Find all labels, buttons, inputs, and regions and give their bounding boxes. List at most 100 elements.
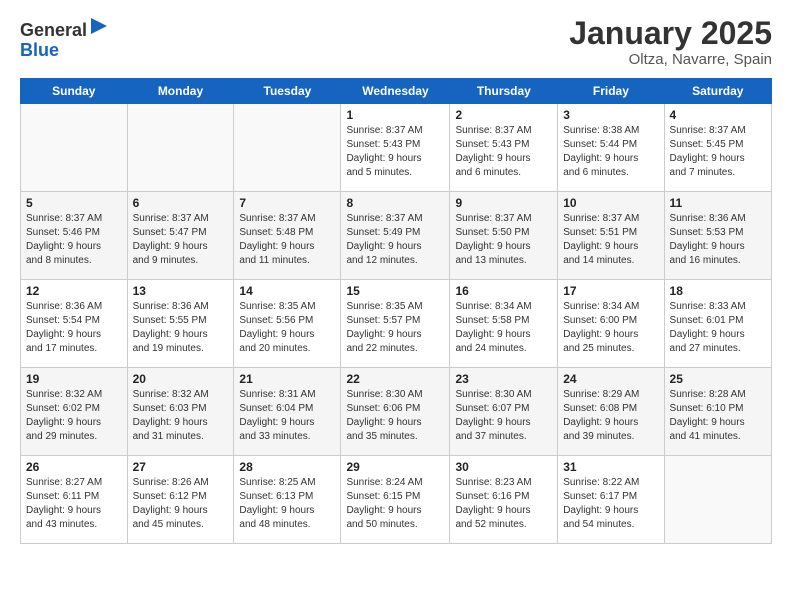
header: General Blue January 2025 Oltza, Navarre…: [20, 16, 772, 68]
day-number: 12: [26, 284, 122, 298]
calendar-cell: 10 Sunrise: 8:37 AM Sunset: 5:51 PM Dayli…: [558, 192, 664, 280]
logo-flag-icon: [89, 16, 109, 36]
day-number: 9: [455, 196, 552, 210]
day-info: Sunrise: 8:37 AM Sunset: 5:43 PM Dayligh…: [346, 124, 444, 180]
calendar-cell: 18Sunrise: 8:33 AM Sunset: 6:01 PM Dayli…: [664, 280, 771, 368]
weekday-saturday: Saturday: [664, 79, 771, 104]
day-number: 19: [26, 372, 122, 386]
calendar-cell: 15 Sunrise: 8:35 AM Sunset: 5:57 PM Dayli…: [341, 280, 450, 368]
day-number: 30: [455, 460, 552, 474]
day-info: Sunrise: 8:37 AM Sunset: 5:45 PM Dayligh…: [670, 124, 766, 180]
calendar-cell: 12 Sunrise: 8:36 AM Sunset: 5:54 PM Dayli…: [21, 280, 128, 368]
day-number: 11: [670, 196, 766, 210]
calendar-cell: 8Sunrise: 8:37 AM Sunset: 5:49 PM Daylig…: [341, 192, 450, 280]
calendar-body: 1 Sunrise: 8:37 AM Sunset: 5:43 PM Daylig…: [21, 104, 772, 544]
day-info: Sunrise: 8:38 AM Sunset: 5:44 PM Dayligh…: [563, 124, 658, 180]
day-info: Sunrise: 8:25 AM Sunset: 6:13 PM Dayligh…: [239, 476, 335, 532]
day-number: 14: [239, 284, 335, 298]
calendar-cell: 26 Sunrise: 8:27 AM Sunset: 6:11 PM Dayli…: [21, 456, 128, 544]
calendar-title: January 2025: [569, 16, 772, 51]
day-info: Sunrise: 8:29 AM Sunset: 6:08 PM Dayligh…: [563, 388, 658, 444]
day-info: Sunrise: 8:22 AM Sunset: 6:17 PM Dayligh…: [563, 476, 658, 532]
day-number: 3: [563, 108, 658, 122]
day-number: 17: [563, 284, 658, 298]
day-number: 10: [563, 196, 658, 210]
day-number: 23: [455, 372, 552, 386]
day-number: 1: [346, 108, 444, 122]
calendar-cell: [234, 104, 341, 192]
calendar-cell: 31 Sunrise: 8:22 AM Sunset: 6:17 PM Dayli…: [558, 456, 664, 544]
day-info: Sunrise: 8:30 AM Sunset: 6:06 PM Dayligh…: [346, 388, 444, 444]
calendar-header: Sunday Monday Tuesday Wednesday Thursday…: [21, 79, 772, 104]
day-number: 7: [239, 196, 335, 210]
day-number: 25: [670, 372, 766, 386]
calendar-week-5: 26 Sunrise: 8:27 AM Sunset: 6:11 PM Dayli…: [21, 456, 772, 544]
day-number: 4: [670, 108, 766, 122]
calendar-subtitle: Oltza, Navarre, Spain: [569, 51, 772, 68]
calendar-cell: 11 Sunrise: 8:36 AM Sunset: 5:53 PM Dayli…: [664, 192, 771, 280]
calendar-cell: 2 Sunrise: 8:37 AM Sunset: 5:43 PM Daylig…: [450, 104, 558, 192]
day-info: Sunrise: 8:37 AM Sunset: 5:48 PM Dayligh…: [239, 212, 335, 268]
day-number: 2: [455, 108, 552, 122]
calendar-cell: 14 Sunrise: 8:35 AM Sunset: 5:56 PM Dayli…: [234, 280, 341, 368]
calendar-cell: 20Sunrise: 8:32 AM Sunset: 6:03 PM Dayli…: [127, 368, 234, 456]
weekday-friday: Friday: [558, 79, 664, 104]
day-number: 13: [133, 284, 229, 298]
day-info: Sunrise: 8:37 AM Sunset: 5:43 PM Dayligh…: [455, 124, 552, 180]
calendar-week-4: 19 Sunrise: 8:32 AM Sunset: 6:02 PM Dayli…: [21, 368, 772, 456]
day-info: Sunrise: 8:37 AM Sunset: 5:47 PM Dayligh…: [133, 212, 229, 268]
calendar-cell: 23 Sunrise: 8:30 AM Sunset: 6:07 PM Dayli…: [450, 368, 558, 456]
day-info: Sunrise: 8:37 AM Sunset: 5:50 PM Dayligh…: [455, 212, 552, 268]
page: General Blue January 2025 Oltza, Navarre…: [0, 0, 792, 612]
day-number: 21: [239, 372, 335, 386]
calendar-cell: 28 Sunrise: 8:25 AM Sunset: 6:13 PM Dayli…: [234, 456, 341, 544]
day-info: Sunrise: 8:23 AM Sunset: 6:16 PM Dayligh…: [455, 476, 552, 532]
day-info: Sunrise: 8:30 AM Sunset: 6:07 PM Dayligh…: [455, 388, 552, 444]
day-number: 5: [26, 196, 122, 210]
calendar-cell: 3 Sunrise: 8:38 AM Sunset: 5:44 PM Daylig…: [558, 104, 664, 192]
day-number: 31: [563, 460, 658, 474]
calendar-cell: 1 Sunrise: 8:37 AM Sunset: 5:43 PM Daylig…: [341, 104, 450, 192]
calendar-table: Sunday Monday Tuesday Wednesday Thursday…: [20, 78, 772, 544]
calendar-cell: 27 Sunrise: 8:26 AM Sunset: 6:12 PM Dayli…: [127, 456, 234, 544]
day-number: 26: [26, 460, 122, 474]
weekday-thursday: Thursday: [450, 79, 558, 104]
day-info: Sunrise: 8:35 AM Sunset: 5:57 PM Dayligh…: [346, 300, 444, 356]
day-number: 16: [455, 284, 552, 298]
day-number: 28: [239, 460, 335, 474]
day-info: Sunrise: 8:37 AM Sunset: 5:51 PM Dayligh…: [563, 212, 658, 268]
title-block: January 2025 Oltza, Navarre, Spain: [569, 16, 772, 68]
day-info: Sunrise: 8:27 AM Sunset: 6:11 PM Dayligh…: [26, 476, 122, 532]
day-info: Sunrise: 8:34 AM Sunset: 5:58 PM Dayligh…: [455, 300, 552, 356]
day-info: Sunrise: 8:36 AM Sunset: 5:54 PM Dayligh…: [26, 300, 122, 356]
day-number: 8: [346, 196, 444, 210]
day-info: Sunrise: 8:37 AM Sunset: 5:46 PM Dayligh…: [26, 212, 122, 268]
day-number: 15: [346, 284, 444, 298]
calendar-cell: [664, 456, 771, 544]
calendar-cell: 21 Sunrise: 8:31 AM Sunset: 6:04 PM Dayli…: [234, 368, 341, 456]
day-info: Sunrise: 8:36 AM Sunset: 5:53 PM Dayligh…: [670, 212, 766, 268]
day-number: 18: [670, 284, 766, 298]
day-number: 24: [563, 372, 658, 386]
day-info: Sunrise: 8:32 AM Sunset: 6:03 PM Dayligh…: [133, 388, 229, 444]
logo-blue: Blue: [20, 40, 59, 60]
day-info: Sunrise: 8:26 AM Sunset: 6:12 PM Dayligh…: [133, 476, 229, 532]
calendar-cell: 5 Sunrise: 8:37 AM Sunset: 5:46 PM Daylig…: [21, 192, 128, 280]
logo-text: General Blue: [20, 16, 109, 61]
logo: General Blue: [20, 16, 109, 61]
logo-general: General: [20, 20, 87, 40]
calendar-cell: 19 Sunrise: 8:32 AM Sunset: 6:02 PM Dayli…: [21, 368, 128, 456]
calendar-cell: 13 Sunrise: 8:36 AM Sunset: 5:55 PM Dayli…: [127, 280, 234, 368]
day-number: 27: [133, 460, 229, 474]
day-number: 29: [346, 460, 444, 474]
weekday-sunday: Sunday: [21, 79, 128, 104]
calendar-cell: 6Sunrise: 8:37 AM Sunset: 5:47 PM Daylig…: [127, 192, 234, 280]
calendar-cell: 29Sunrise: 8:24 AM Sunset: 6:15 PM Dayli…: [341, 456, 450, 544]
calendar-cell: 17Sunrise: 8:34 AM Sunset: 6:00 PM Dayli…: [558, 280, 664, 368]
day-info: Sunrise: 8:32 AM Sunset: 6:02 PM Dayligh…: [26, 388, 122, 444]
day-info: Sunrise: 8:36 AM Sunset: 5:55 PM Dayligh…: [133, 300, 229, 356]
weekday-tuesday: Tuesday: [234, 79, 341, 104]
day-info: Sunrise: 8:31 AM Sunset: 6:04 PM Dayligh…: [239, 388, 335, 444]
calendar-week-2: 5 Sunrise: 8:37 AM Sunset: 5:46 PM Daylig…: [21, 192, 772, 280]
day-info: Sunrise: 8:35 AM Sunset: 5:56 PM Dayligh…: [239, 300, 335, 356]
